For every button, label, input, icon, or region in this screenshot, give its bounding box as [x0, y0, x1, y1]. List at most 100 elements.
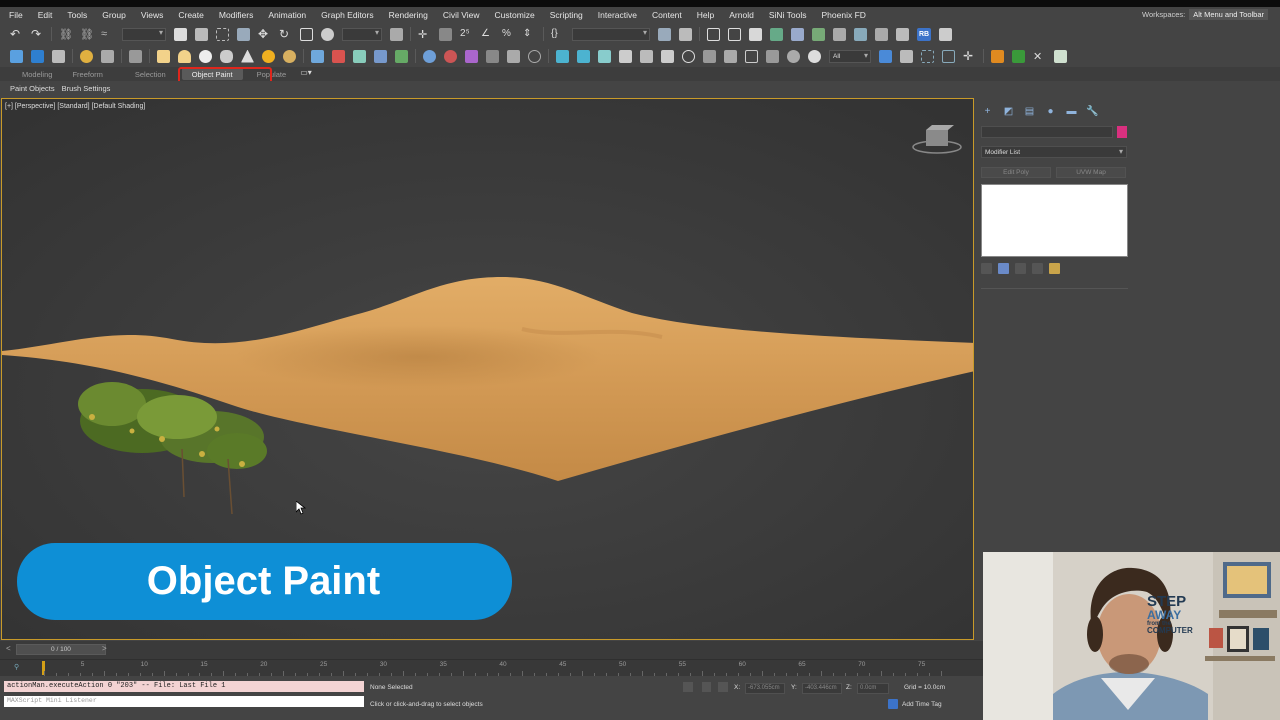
menu-tools[interactable]: Tools: [58, 10, 93, 20]
render-setup-icon[interactable]: [833, 27, 846, 41]
rect-selection-icon[interactable]: [216, 27, 229, 41]
rotate-icon[interactable]: ↻: [279, 28, 292, 41]
vray-fur-icon[interactable]: [311, 49, 324, 63]
bind-spacewarp-icon[interactable]: ≈: [101, 28, 114, 41]
plane-primitive-icon[interactable]: [157, 49, 170, 63]
track-icon[interactable]: ⚲: [14, 663, 19, 671]
menu-civil-view[interactable]: Civil View: [434, 10, 486, 20]
light-lister-icon[interactable]: [101, 49, 114, 63]
plugin-blue-icon[interactable]: [31, 49, 44, 63]
forest-settings-icon[interactable]: [682, 49, 695, 63]
forest-view-icon[interactable]: [724, 49, 737, 63]
placement-icon[interactable]: [321, 27, 334, 41]
hierarchy-tab-icon[interactable]: ▤: [1023, 105, 1036, 118]
selection-lock-icon[interactable]: [702, 682, 711, 692]
material-editor-icon[interactable]: [812, 27, 825, 41]
frame-counter[interactable]: 0 / 100: [16, 644, 106, 655]
forest-bulb-icon[interactable]: [808, 49, 821, 63]
plugin-icon[interactable]: [939, 27, 952, 41]
create-tab-icon[interactable]: +: [981, 105, 994, 118]
menu-content[interactable]: Content: [643, 10, 688, 20]
vray-render-icon[interactable]: [465, 49, 478, 63]
forest-window-icon[interactable]: [745, 49, 758, 63]
pin-stack-icon[interactable]: [981, 263, 992, 274]
tab-freeform[interactable]: Freeform: [62, 68, 112, 80]
menu-graph-editors[interactable]: Graph Editors: [312, 10, 379, 20]
object-color-swatch[interactable]: [1117, 126, 1127, 138]
plugin-tool-icon[interactable]: [129, 49, 142, 63]
forest-tree-icon[interactable]: [598, 49, 611, 63]
dome-icon[interactable]: [178, 49, 191, 63]
menu-interactive[interactable]: Interactive: [589, 10, 643, 20]
angle-snap-icon[interactable]: ∠: [481, 28, 494, 41]
cone-icon[interactable]: [241, 49, 254, 63]
render-production-icon[interactable]: [875, 27, 888, 41]
toggle-layer-explorer-icon[interactable]: [728, 27, 741, 41]
reference-coordinate-dropdown[interactable]: [342, 27, 382, 41]
vray-material-icon[interactable]: [423, 49, 436, 63]
plugin-image-icon[interactable]: [52, 49, 65, 63]
uvw-map-button[interactable]: UVW Map: [1056, 167, 1126, 178]
forest-box-icon[interactable]: [766, 49, 779, 63]
utilities-tab-icon[interactable]: 🔧: [1086, 105, 1099, 118]
selection-filter-dropdown[interactable]: [122, 27, 166, 41]
fp-plugin-icon[interactable]: [991, 49, 1004, 63]
forest-paint-icon[interactable]: [661, 49, 674, 63]
maxscript-mini-listener[interactable]: MAXScript Mini Listener: [4, 696, 364, 707]
workspaces-dropdown[interactable]: Alt Menu and Toolbar: [1189, 9, 1268, 20]
window-tool-icon[interactable]: [942, 49, 955, 63]
add-time-tag[interactable]: Add Time Tag: [888, 699, 942, 709]
transform-tool-icon[interactable]: ✛: [963, 50, 976, 63]
tree-plugin-icon[interactable]: [1012, 49, 1025, 63]
forest-light-icon[interactable]: [556, 49, 569, 63]
mirror-icon[interactable]: [658, 27, 671, 41]
track-bar[interactable]: ⚲ 5 10 15 20 25 30 35 40 45 50 55 60 65 70 75: [0, 659, 983, 676]
menu-scripting[interactable]: Scripting: [541, 10, 589, 20]
select-by-name-icon[interactable]: [195, 27, 208, 41]
time-next-arrow[interactable]: >: [102, 644, 107, 653]
move-icon[interactable]: ✥: [258, 28, 271, 41]
vray-clipper-icon[interactable]: [374, 49, 387, 63]
spinner-snap-icon[interactable]: ⇕: [523, 28, 536, 41]
absolute-mode-icon[interactable]: [718, 682, 728, 692]
sun-light-icon[interactable]: [262, 49, 275, 63]
menu-create[interactable]: Create: [169, 10, 210, 20]
x-coordinate-field[interactable]: -673.055cm: [745, 683, 785, 694]
menu-animation[interactable]: Animation: [259, 10, 312, 20]
menu-rendering[interactable]: Rendering: [380, 10, 434, 20]
display-tab-icon[interactable]: ▬: [1065, 105, 1078, 118]
vray-colors-icon[interactable]: [444, 49, 457, 63]
modify-tab-icon[interactable]: ◩: [1002, 105, 1015, 118]
ribbon-options-icon[interactable]: ▭▾: [300, 68, 314, 81]
vray-proxy-icon[interactable]: [332, 49, 345, 63]
snaps-toggle-icon[interactable]: 2⁵: [460, 28, 473, 41]
align-icon[interactable]: [679, 27, 692, 41]
isolate-selection-icon[interactable]: [683, 682, 693, 692]
menu-modifiers[interactable]: Modifiers: [210, 10, 259, 20]
object-name-field[interactable]: [981, 126, 1113, 138]
forest-camera-icon[interactable]: [703, 49, 716, 63]
teapot-icon[interactable]: [220, 49, 233, 63]
menu-help[interactable]: Help: [688, 10, 720, 20]
menu-views[interactable]: Views: [132, 10, 170, 20]
time-slider[interactable]: < 0 / 100 >: [0, 641, 983, 659]
render-teapot-icon[interactable]: [896, 27, 909, 41]
curve-editor-icon[interactable]: [770, 27, 783, 41]
remove-modifier-icon[interactable]: [1032, 263, 1043, 274]
list-tool-icon[interactable]: [900, 49, 913, 63]
link-icon[interactable]: ⛓: [59, 28, 73, 41]
y-coordinate-field[interactable]: -403.446cm: [802, 683, 842, 694]
sphere-icon[interactable]: [199, 49, 212, 63]
vray-help-icon[interactable]: [528, 49, 541, 63]
select-manipulate-icon[interactable]: ✛: [418, 28, 431, 41]
vray-mesh-icon[interactable]: [353, 49, 366, 63]
select-object-icon[interactable]: [174, 27, 187, 41]
paint-objects-panel[interactable]: Paint Objects: [0, 84, 60, 93]
vray-settings-icon[interactable]: [486, 49, 499, 63]
menu-file[interactable]: File: [0, 10, 29, 20]
forest-edit-icon[interactable]: [640, 49, 653, 63]
selection-filter-all-dropdown[interactable]: All: [829, 49, 871, 63]
tab-modeling[interactable]: Modeling: [12, 68, 62, 80]
time-prev-arrow[interactable]: <: [6, 644, 11, 653]
menu-group[interactable]: Group: [93, 10, 132, 20]
